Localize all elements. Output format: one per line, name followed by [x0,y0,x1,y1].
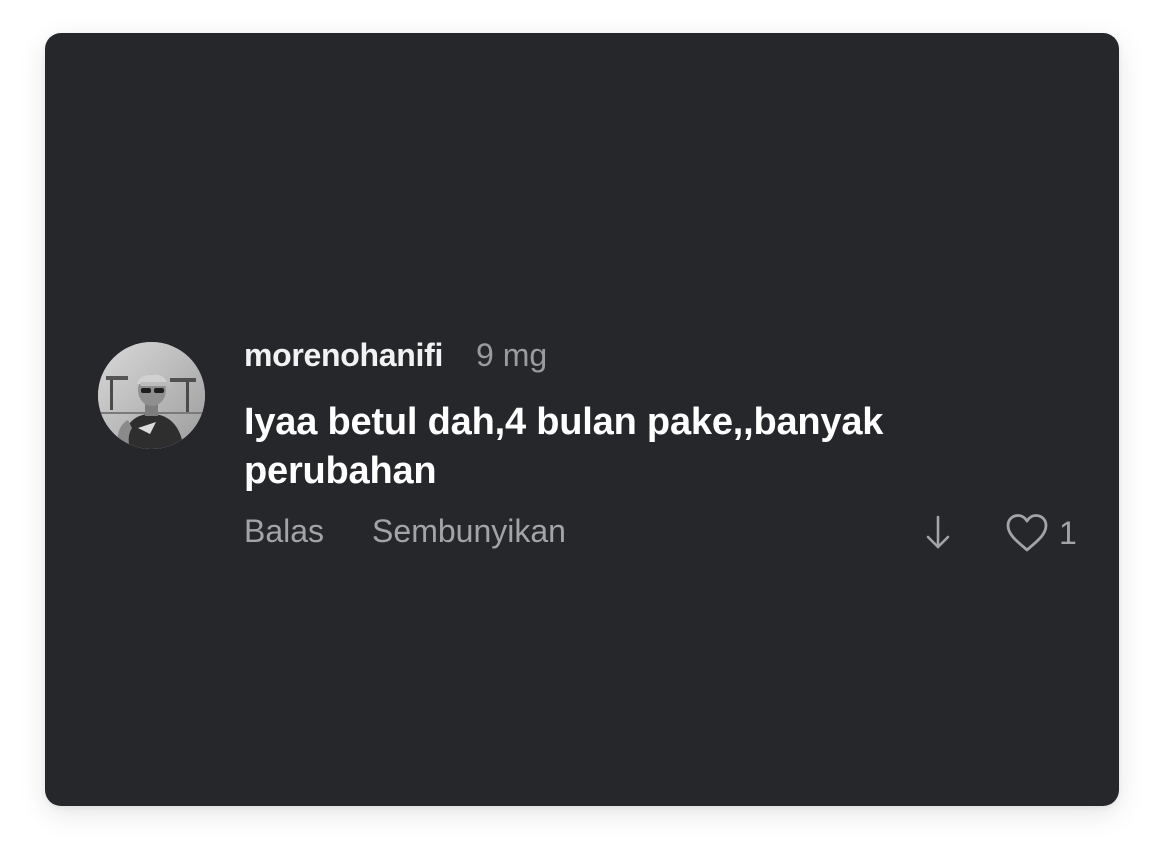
comment-username[interactable]: morenohanifi [244,337,443,374]
comment-timestamp: 9 mg [476,337,548,373]
comment-reactions: 1 [921,509,1077,557]
arrow-down-icon [926,515,950,549]
comment-item: morenohanifi 9 mg Iyaa betul dah,4 bulan… [45,33,1119,806]
like-count: 1 [1059,514,1077,551]
heart-outline-icon [1003,511,1051,555]
avatar[interactable] [98,342,205,449]
page: morenohanifi 9 mg Iyaa betul dah,4 bulan… [0,0,1164,864]
comment-text: Iyaa betul dah,4 bulan pake,,banyak peru… [244,401,884,492]
avatar-photo-icon [98,342,205,449]
comment-actions: Balas Sembunyikan [244,513,566,550]
reply-button[interactable]: Balas [244,513,324,550]
dislike-button[interactable] [921,511,955,555]
hide-button[interactable]: Sembunyikan [372,513,566,550]
comment-card: morenohanifi 9 mg Iyaa betul dah,4 bulan… [45,33,1119,806]
like-button[interactable]: 1 [1003,511,1077,555]
